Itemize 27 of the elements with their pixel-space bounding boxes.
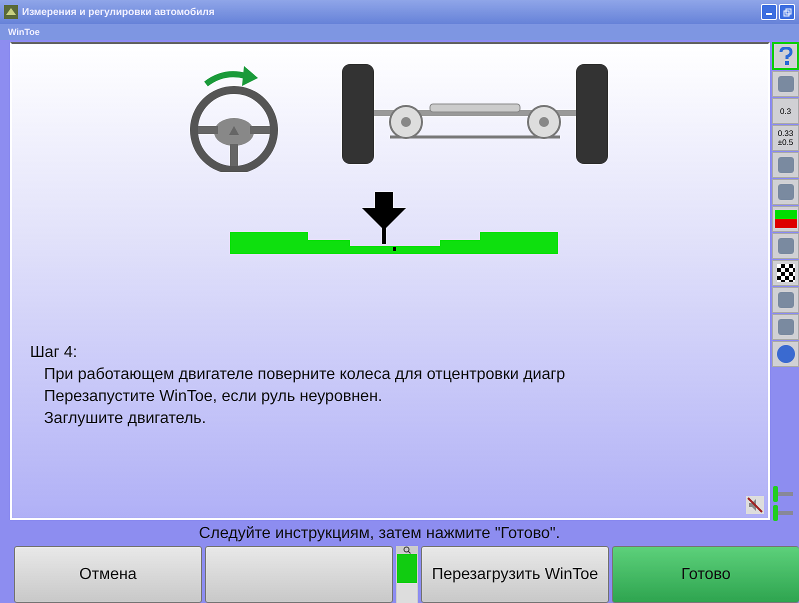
axle-status-icon: [772, 504, 794, 522]
level-meter: [397, 554, 417, 603]
toolbar-button[interactable]: 0.3: [772, 98, 799, 124]
help-icon: [778, 47, 792, 65]
minimize-button[interactable]: [761, 4, 777, 20]
restore-icon: [782, 8, 792, 16]
restore-button[interactable]: [779, 4, 795, 20]
app-subtitle: WinToe: [8, 27, 40, 37]
step-text: Перезапустите WinToe, если руль неуровнен.: [43, 387, 384, 407]
window-title: Измерения и регулировки автомобиля: [22, 6, 215, 18]
instruction-text: Следуйте инструкциям, затем нажмите "Готово".: [198, 524, 562, 544]
mute-icon[interactable]: [746, 496, 764, 514]
step-text: При работающем двигателе поверните колеса для отцентровки диагр: [43, 365, 566, 385]
action-button[interactable]: Отмена: [14, 546, 202, 603]
toolbar-button[interactable]: 0.33 ±0.5: [772, 125, 799, 151]
value-text: 0.33: [778, 129, 794, 138]
toolbar-button[interactable]: [772, 260, 799, 286]
value-text: 0.3: [780, 106, 792, 116]
app-icon: [4, 5, 18, 19]
step-title: Шаг 4:: [30, 343, 78, 363]
step-text: Заглушите двигатель.: [43, 409, 208, 429]
axle-status-icon: [772, 485, 794, 503]
action-button[interactable]: Перезагрузить WinToe: [421, 546, 609, 603]
tolerance-text: ±0.5: [778, 138, 794, 147]
blank-button[interactable]: [205, 546, 393, 603]
zoom-icon: [403, 546, 411, 554]
action-button[interactable]: Готово: [612, 546, 799, 603]
